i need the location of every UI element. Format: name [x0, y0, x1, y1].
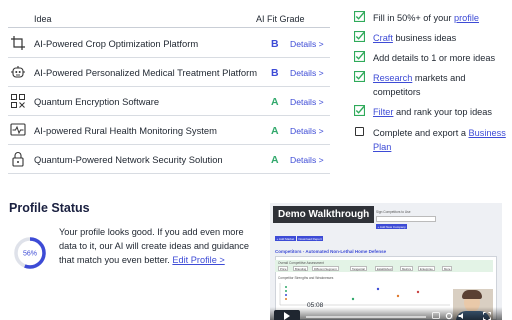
video-tab: Branding: [293, 266, 309, 271]
video-strengths-label: Competitor Strengths and Weaknesses: [278, 276, 334, 280]
details-link[interactable]: Details >: [290, 39, 324, 49]
checkbox-unchecked-icon[interactable]: [355, 127, 364, 136]
idea-name: AI-Powered Personalized Medical Treatmen…: [34, 67, 258, 78]
profile-description: Your profile looks good. If you add even…: [59, 227, 249, 265]
checklist-text: Filter and rank your top ideas: [373, 107, 492, 117]
play-button[interactable]: [274, 310, 300, 320]
table-row: AI-Powered Personalized Medical Treatmen…: [8, 58, 330, 87]
video-select: [376, 216, 436, 222]
checklist-text: Fill in 50%+ of your profile: [373, 13, 479, 23]
idea-name: AI-Powered Crop Optimization Platform: [34, 38, 199, 49]
profile-link[interactable]: profile: [454, 13, 479, 23]
video-controls-bar: [270, 307, 502, 320]
monitor-pulse-icon: [10, 123, 26, 136]
demo-video-player[interactable]: Sign Competitors to Use + Add New Compan…: [270, 203, 502, 320]
checklist-text: Complete and export a Business Plan: [373, 128, 506, 152]
checkbox-checked-icon[interactable]: [354, 51, 365, 62]
video-add-company-button: + Add New Company: [376, 224, 408, 229]
settings-gear-icon[interactable]: [445, 312, 453, 320]
grade-badge: A: [271, 96, 279, 108]
fullscreen-icon[interactable]: [483, 312, 491, 320]
profile-progress-ring: 56%: [14, 237, 46, 269]
checkbox-checked-icon[interactable]: [354, 11, 365, 22]
checklist-text: Add details to 1 or more ideas: [373, 53, 496, 63]
video-tab: Price: [278, 266, 289, 271]
idea-name: Quantum Encryption Software: [34, 96, 160, 107]
video-tab: More: [442, 266, 453, 271]
progress-percent: 56%: [23, 251, 37, 258]
table-row: AI-Powered Crop Optimization Platform B …: [8, 29, 330, 58]
volume-icon[interactable]: [458, 312, 466, 320]
checkbox-checked-icon[interactable]: [354, 105, 365, 116]
video-tab: Different Segment: [312, 266, 339, 271]
video-chart-thumbnail: [279, 283, 450, 306]
table-row: Quantum-Powered Network Security Solutio…: [8, 145, 330, 174]
play-icon: [284, 312, 290, 320]
idea-name: AI-powered Rural Health Monitoring Syste…: [34, 125, 217, 136]
grade-badge: B: [271, 67, 279, 79]
video-tab: Tangential: [350, 266, 367, 271]
craft-link[interactable]: Craft: [373, 33, 393, 43]
video-tab: Established: [375, 266, 394, 271]
robot-icon: [11, 66, 25, 78]
checkbox-checked-icon[interactable]: [354, 71, 365, 82]
checklist-text: Research markets and competitors: [373, 73, 466, 97]
checklist-text: Craft business ideas: [373, 33, 457, 43]
qr-icon: [11, 94, 25, 108]
details-link[interactable]: Details >: [290, 97, 324, 107]
details-link[interactable]: Details >: [290, 126, 324, 136]
video-title: Demo Walkthrough: [273, 206, 375, 223]
details-link[interactable]: Details >: [290, 155, 324, 165]
table-row: Quantum Encryption Software A Details >: [8, 87, 330, 116]
profile-status-title: Profile Status: [9, 201, 90, 215]
idea-name: Quantum-Powered Network Security Solutio…: [34, 154, 223, 165]
column-header-grade: AI Fit Grade: [256, 14, 305, 24]
video-tab: Metrics: [400, 266, 414, 271]
grade-badge: B: [271, 38, 279, 50]
video-timestamp: 05:08: [307, 302, 324, 309]
grade-badge: A: [271, 125, 279, 137]
checkbox-checked-icon[interactable]: [354, 31, 365, 42]
details-link[interactable]: Details >: [290, 68, 324, 78]
video-overall-label: Overall Competitive Assessment: [278, 261, 324, 265]
captions-icon[interactable]: [432, 312, 440, 319]
table-row: AI-powered Rural Health Monitoring Syste…: [8, 116, 330, 145]
video-add-market-button: + Add Market: [275, 236, 296, 241]
video-tab: Enterprise: [418, 266, 435, 271]
edit-profile-link[interactable]: Edit Profile >: [172, 255, 224, 265]
column-header-idea: Idea: [34, 14, 52, 24]
video-app-title: Competitors - Automated Non-Lethal Home …: [275, 249, 387, 254]
research-link[interactable]: Research: [373, 73, 412, 83]
video-sub-label: Sign Competitors to Use: [376, 210, 411, 214]
grade-badge: A: [271, 154, 279, 166]
video-progress-bar[interactable]: [306, 316, 426, 318]
ideas-table-header: Idea AI Fit Grade: [8, 11, 330, 28]
video-download-button: Download Report: [297, 236, 324, 241]
crop-icon: [11, 36, 25, 50]
lock-icon: [12, 152, 24, 167]
filter-link[interactable]: Filter: [373, 107, 393, 117]
